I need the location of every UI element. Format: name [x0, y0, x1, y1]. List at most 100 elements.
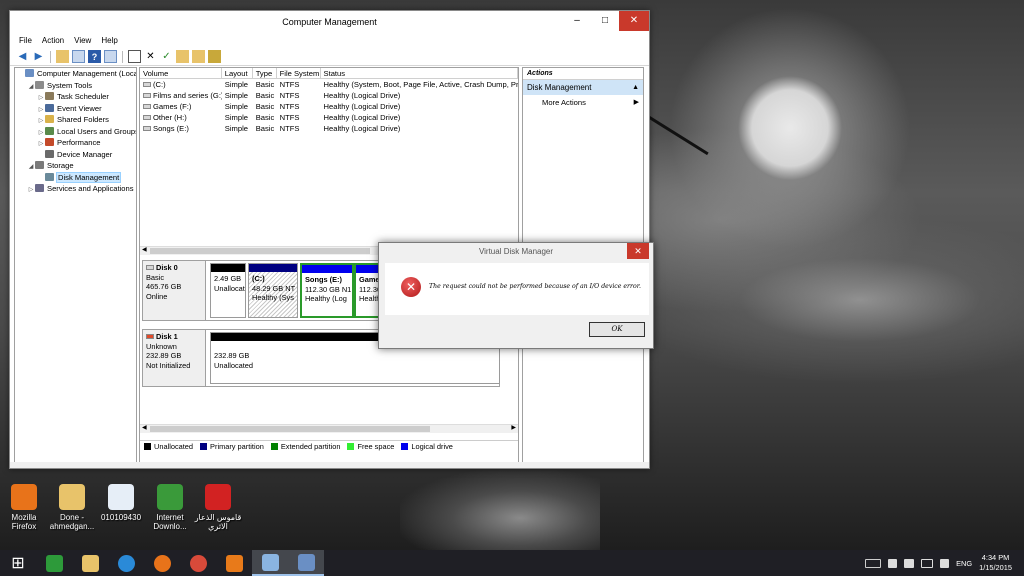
open-folder-icon[interactable]	[176, 50, 189, 63]
scrollbar-thumb[interactable]	[150, 426, 430, 432]
taskbar-media-player[interactable]	[216, 550, 252, 576]
table-row[interactable]: Games (F:) Simple Basic NTFS Healthy (Logica…	[140, 101, 518, 112]
battery-icon[interactable]	[921, 558, 934, 568]
disk-1-info[interactable]: Disk 1 Unknown 232.89 GB Not Initialized	[143, 330, 206, 386]
desktop-shortcut[interactable]: Mozilla Firefox	[0, 484, 48, 531]
desktop-shortcut[interactable]: 010109430	[97, 484, 145, 522]
tree-item-label: Shared Folders	[57, 115, 109, 124]
tree-item-label: Performance	[57, 138, 101, 147]
table-cell: Simple	[224, 102, 248, 111]
dialog-titlebar[interactable]: Virtual Disk Manager ✕	[379, 243, 653, 261]
ok-button[interactable]: OK	[589, 322, 645, 337]
show-hide-console-tree-icon[interactable]	[72, 50, 85, 63]
maximize-button[interactable]: □	[591, 11, 619, 31]
table-row[interactable]: Other (H:) Simple Basic NTFS Healthy (Logica…	[140, 112, 518, 123]
scroll-right-arrow-icon[interactable]: ▶	[511, 424, 516, 431]
flag-icon[interactable]	[888, 558, 898, 568]
up-folder-icon[interactable]	[56, 50, 69, 63]
disk-view-horizontal-scrollbar[interactable]: ◀ ▶	[140, 424, 518, 433]
collapse-up-arrow-icon[interactable]: ▲	[632, 80, 639, 95]
scroll-left-arrow-icon[interactable]: ◀	[142, 424, 147, 431]
back-arrow-icon[interactable]: ◀	[16, 50, 29, 63]
tree-item[interactable]: ▷ Shared Folders	[15, 114, 136, 126]
partition-unallocated[interactable]: 2.49 GB Unallocat	[210, 263, 246, 318]
table-row[interactable]: Songs (E:) Simple Basic NTFS Healthy (Logica…	[140, 123, 518, 134]
taskbar-internet-explorer[interactable]	[108, 550, 144, 576]
search-icon[interactable]	[192, 50, 205, 63]
column-header-layout[interactable]: Layout	[222, 68, 253, 78]
taskbar-computer-management[interactable]	[288, 550, 324, 576]
menu-action[interactable]: Action	[37, 36, 69, 45]
keyboard-icon[interactable]	[865, 558, 882, 568]
window-titlebar[interactable]: Computer Management – □ ✕	[10, 11, 649, 33]
menu-view[interactable]: View	[69, 36, 96, 45]
delete-icon[interactable]: ✕	[144, 50, 157, 63]
table-row[interactable]: (C:) Simple Basic NTFS Healthy (System, Boot…	[140, 79, 518, 90]
tree-item[interactable]: ▷ Task Scheduler	[15, 91, 136, 103]
internet-download-manager-icon	[157, 484, 183, 510]
taskbar-firefox[interactable]	[144, 550, 180, 576]
desktop-shortcut[interactable]: Done - ahmedgan...	[48, 484, 96, 531]
tree-item[interactable]: Device Manager	[15, 149, 136, 161]
tree-item[interactable]: ▷ Event Viewer	[15, 103, 136, 115]
actions-disk-management[interactable]: Disk Management ▲	[523, 80, 643, 95]
virtual-disk-manager-dialog: Virtual Disk Manager ✕ ✕ The request cou…	[378, 242, 654, 349]
partition-status: Unallocated	[214, 360, 254, 370]
tree-item[interactable]: ◢ Storage	[15, 160, 136, 172]
tree-item[interactable]: ▷ Performance	[15, 137, 136, 149]
disk-legend: Unallocated Primary partition Extended par…	[140, 440, 518, 452]
taskbar-chrome[interactable]	[180, 550, 216, 576]
scrollbar-thumb[interactable]	[150, 248, 370, 254]
disk-view-icon[interactable]	[104, 50, 117, 63]
table-cell: (C:)	[140, 79, 222, 90]
network-icon[interactable]	[904, 558, 915, 568]
start-button[interactable]: ⊞	[0, 550, 36, 576]
tree-item[interactable]: ▷ Local Users and Groups	[15, 126, 136, 138]
clock[interactable]: 4:34 PM 1/15/2015	[979, 553, 1012, 573]
tree-item[interactable]: ▷ Services and Applications	[15, 183, 136, 195]
table-cell: Films and series (G:)	[140, 90, 222, 101]
disk-0-info[interactable]: Disk 0 Basic 465.76 GB Online	[143, 261, 206, 320]
taskbar-remote-desktop[interactable]	[252, 550, 288, 576]
tree-item-label: Event Viewer	[57, 103, 102, 113]
forward-arrow-icon[interactable]: ▶	[32, 50, 45, 63]
help-icon[interactable]: ?	[88, 50, 101, 63]
taskbar-store[interactable]	[36, 550, 72, 576]
dialog-close-button[interactable]: ✕	[627, 243, 649, 259]
column-header-status[interactable]: Status	[321, 68, 518, 78]
properties-icon[interactable]	[128, 50, 141, 63]
column-header-type[interactable]: Type	[253, 68, 277, 78]
close-button[interactable]: ✕	[619, 11, 649, 31]
legend-swatch	[144, 443, 151, 450]
desktop-shortcut[interactable]: Internet Downlo...	[146, 484, 194, 531]
check-icon[interactable]: ✓	[160, 50, 173, 63]
scroll-left-arrow-icon[interactable]: ◀	[142, 246, 147, 253]
partition-songs-e[interactable]: Songs (E:) 112.30 GB N1 Healthy (Log	[300, 263, 354, 318]
partition-c[interactable]: (C:) 48.29 GB NT Healthy (Sys	[248, 263, 298, 318]
toolbar-separator	[50, 50, 51, 63]
minimize-button[interactable]: –	[563, 11, 591, 31]
more-actions[interactable]: More Actions ▶	[523, 95, 643, 110]
settings-icon[interactable]	[208, 50, 221, 63]
language-indicator[interactable]: ENG	[956, 559, 972, 568]
tree-node-icon	[35, 161, 44, 169]
menu-file[interactable]: File	[14, 36, 37, 45]
table-row[interactable]: Films and series (G:) Simple Basic NTFS Heal…	[140, 90, 518, 101]
menu-help[interactable]: Help	[96, 36, 122, 45]
column-header-volume[interactable]: Volume	[140, 68, 222, 78]
legend-item: Extended partition	[270, 442, 340, 451]
disk-0-name: Disk 0	[156, 263, 178, 272]
volume-icon	[143, 126, 151, 131]
table-cell: Healthy (Logical Drive)	[323, 113, 401, 122]
tree-node-icon	[35, 184, 44, 192]
tree-item[interactable]: ◢ System Tools	[15, 80, 136, 92]
expand-arrow-icon[interactable]: ▷	[27, 185, 35, 197]
tree-item[interactable]: Computer Management (Local	[15, 68, 136, 80]
desktop-shortcut[interactable]: قاموس الذعار الاثري	[194, 484, 242, 531]
tree-item[interactable]: Disk Management	[15, 171, 136, 184]
column-header-file-system[interactable]: File System	[277, 68, 321, 78]
legend-item: Unallocated	[144, 442, 193, 451]
tree-item-label: Disk Management	[55, 171, 122, 183]
taskbar-file-explorer[interactable]	[72, 550, 108, 576]
volume-icon[interactable]	[940, 558, 950, 568]
